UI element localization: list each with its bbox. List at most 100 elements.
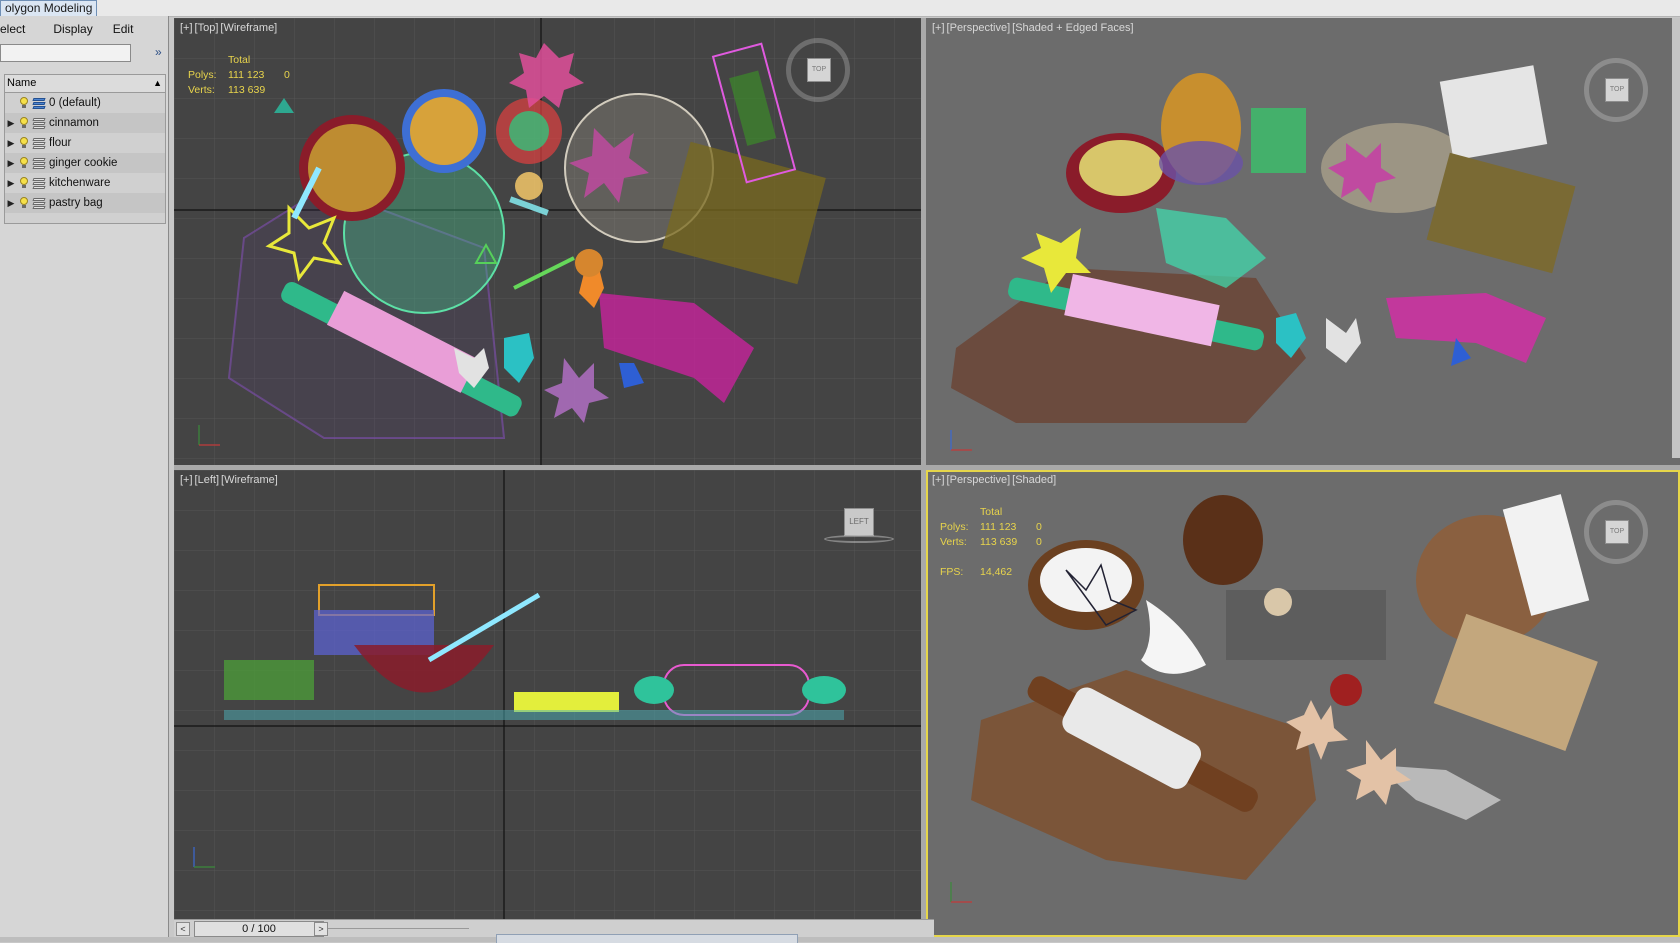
search-input[interactable]: [0, 44, 131, 62]
layer-stack-icon: [32, 137, 46, 149]
viewport-view-name[interactable]: [Left]: [195, 474, 219, 486]
left-wireframe-scene: [174, 470, 921, 937]
menu-edit[interactable]: Edit: [105, 22, 146, 36]
polys-value: 111 123: [980, 521, 1017, 533]
viewport-area: [+] [Top] [Wireframe] Total Polys: 111 123 0…: [174, 18, 1680, 942]
ribbon-bar: olygon Modeling: [0, 0, 1680, 17]
viewport-perspective-shaded[interactable]: [+] [Perspective] [Shaded] Total Polys: 111…: [926, 470, 1680, 937]
viewport-menu-plus[interactable]: [+]: [932, 474, 945, 486]
viewcube-face-label[interactable]: TOP: [807, 58, 831, 82]
viewport-perspective-edged[interactable]: [+] [Perspective] [Shaded + Edged Faces] T…: [926, 18, 1680, 465]
layer-row[interactable]: ▶ pastry bag: [5, 193, 165, 213]
fps-label: FPS:: [940, 566, 964, 578]
layer-label: cinnamon: [49, 117, 99, 129]
status-bar: [0, 937, 1680, 942]
viewport-menu-plus[interactable]: [+]: [180, 474, 193, 486]
menu-select[interactable]: elect: [0, 22, 37, 36]
expand-arrow-icon[interactable]: ▶: [5, 133, 17, 153]
time-prev-button[interactable]: <: [176, 922, 190, 936]
viewport-label-left[interactable]: [+] [Left] [Wireframe]: [180, 474, 280, 486]
layer-stack-icon: [32, 197, 46, 209]
layer-stack-icon: [32, 157, 46, 169]
viewport-top[interactable]: [+] [Top] [Wireframe] Total Polys: 111 123 0…: [174, 18, 921, 465]
viewport-label-top[interactable]: [+] [Top] [Wireframe]: [180, 22, 279, 34]
visibility-bulb-icon[interactable]: [19, 117, 29, 129]
fps-value: 14,462: [980, 566, 1013, 578]
stats-overlay-perspective: Total Polys: 111 123 0 Verts: 113 639 0 FPS:…: [940, 505, 1042, 580]
viewport-view-name[interactable]: [Perspective]: [947, 474, 1011, 486]
expand-arrow-icon[interactable]: ▶: [5, 193, 17, 213]
viewport-shading-mode[interactable]: [Wireframe]: [220, 22, 277, 34]
layer-row[interactable]: ▶ kitchenware: [5, 173, 165, 193]
column-header-name[interactable]: Name ▲: [5, 75, 165, 93]
sort-ascending-icon[interactable]: ▲: [153, 75, 162, 92]
viewport-left[interactable]: [+] [Left] [Wireframe] LEFT: [174, 470, 921, 937]
visibility-bulb-icon[interactable]: [19, 157, 29, 169]
polys-label: Polys:: [940, 521, 969, 533]
stats-total-label: Total: [228, 54, 251, 66]
viewport-shading-mode[interactable]: [Wireframe]: [221, 474, 278, 486]
expand-arrow-icon[interactable]: ▶: [5, 113, 17, 133]
scene-explorer-menu: elect Display Edit: [0, 16, 168, 42]
stats-total-label: Total: [980, 506, 1003, 518]
viewport-menu-plus[interactable]: [+]: [180, 22, 193, 34]
ribbon-tab-polygon-modeling[interactable]: olygon Modeling: [0, 0, 98, 17]
stats-overlay-top: Total Polys: 111 123 0 Verts: 113 639: [188, 53, 290, 98]
viewcube-top[interactable]: TOP: [786, 38, 850, 102]
verts-value: 113 639: [980, 536, 1018, 548]
layer-row[interactable]: 0 (default): [5, 93, 165, 113]
viewcube-face-label[interactable]: TOP: [1605, 78, 1629, 102]
axis-tripod-icon: [950, 430, 972, 451]
verts-label: Verts:: [188, 84, 215, 96]
scene-explorer-panel: elect Display Edit » Name ▲ 0 (default) ▶…: [0, 16, 169, 942]
visibility-bulb-icon[interactable]: [19, 97, 29, 109]
search-row: »: [0, 42, 168, 66]
viewport-view-name[interactable]: [Top]: [195, 22, 219, 34]
viewcube-face-label[interactable]: LEFT: [844, 508, 874, 536]
visibility-bulb-icon[interactable]: [19, 137, 29, 149]
layer-row[interactable]: ▶ ginger cookie: [5, 153, 165, 173]
viewport-view-name[interactable]: [Perspective]: [947, 22, 1011, 34]
verts-value: 113 639: [228, 84, 266, 96]
polys-label: Polys:: [188, 69, 217, 81]
layer-stack-icon: [32, 177, 46, 189]
axis-tripod-icon: [950, 882, 972, 903]
expand-arrow-icon[interactable]: ▶: [5, 153, 17, 173]
visibility-bulb-icon[interactable]: [19, 177, 29, 189]
viewport-menu-plus[interactable]: [+]: [932, 22, 945, 34]
viewport-label-perspective-edged[interactable]: [+] [Perspective] [Shaded + Edged Faces]: [932, 22, 1136, 34]
tree-line-icon: [5, 93, 17, 113]
expand-arrow-icon[interactable]: ▶: [5, 173, 17, 193]
time-slider-track[interactable]: [324, 928, 469, 929]
layer-stack-icon: [32, 117, 46, 129]
perspective-edged-scene: [951, 65, 1576, 423]
layer-label: 0 (default): [49, 97, 101, 109]
axis-tripod-icon: [198, 425, 220, 446]
polys-selected: 0: [1036, 521, 1042, 533]
viewport-shading-mode[interactable]: [Shaded]: [1012, 474, 1056, 486]
time-next-button[interactable]: >: [314, 922, 328, 936]
layer-stack-icon: [32, 97, 46, 109]
visibility-bulb-icon[interactable]: [19, 197, 29, 209]
layer-label: kitchenware: [49, 177, 111, 189]
viewcube-left[interactable]: LEFT: [824, 508, 894, 544]
viewcube-perspective-shaded[interactable]: TOP: [1584, 500, 1648, 564]
viewcube-perspective-edged[interactable]: TOP: [1584, 58, 1648, 122]
viewport-label-perspective-shaded[interactable]: [+] [Perspective] [Shaded]: [932, 474, 1058, 486]
verts-selected: 0: [1036, 536, 1042, 548]
column-header-label: Name: [7, 77, 37, 89]
verts-label: Verts:: [940, 536, 967, 548]
layer-row[interactable]: ▶ flour: [5, 133, 165, 153]
layer-table: Name ▲ 0 (default) ▶ cinnamon ▶ flour ▶ ginger…: [4, 74, 166, 224]
layer-label: flour: [49, 137, 72, 149]
viewcube-face-label[interactable]: TOP: [1605, 520, 1629, 544]
viewcube-compass-ring[interactable]: [824, 535, 894, 543]
layer-label: ginger cookie: [49, 157, 118, 169]
time-slider-thumb[interactable]: 0 / 100: [194, 921, 324, 937]
axis-tripod-icon: [193, 847, 215, 868]
menu-display[interactable]: Display: [37, 22, 104, 36]
layer-row[interactable]: ▶ cinnamon: [5, 113, 165, 133]
viewport-shading-mode[interactable]: [Shaded + Edged Faces]: [1012, 22, 1133, 34]
expand-panel-icon[interactable]: »: [155, 45, 162, 59]
right-scrollbar[interactable]: [1672, 18, 1680, 458]
